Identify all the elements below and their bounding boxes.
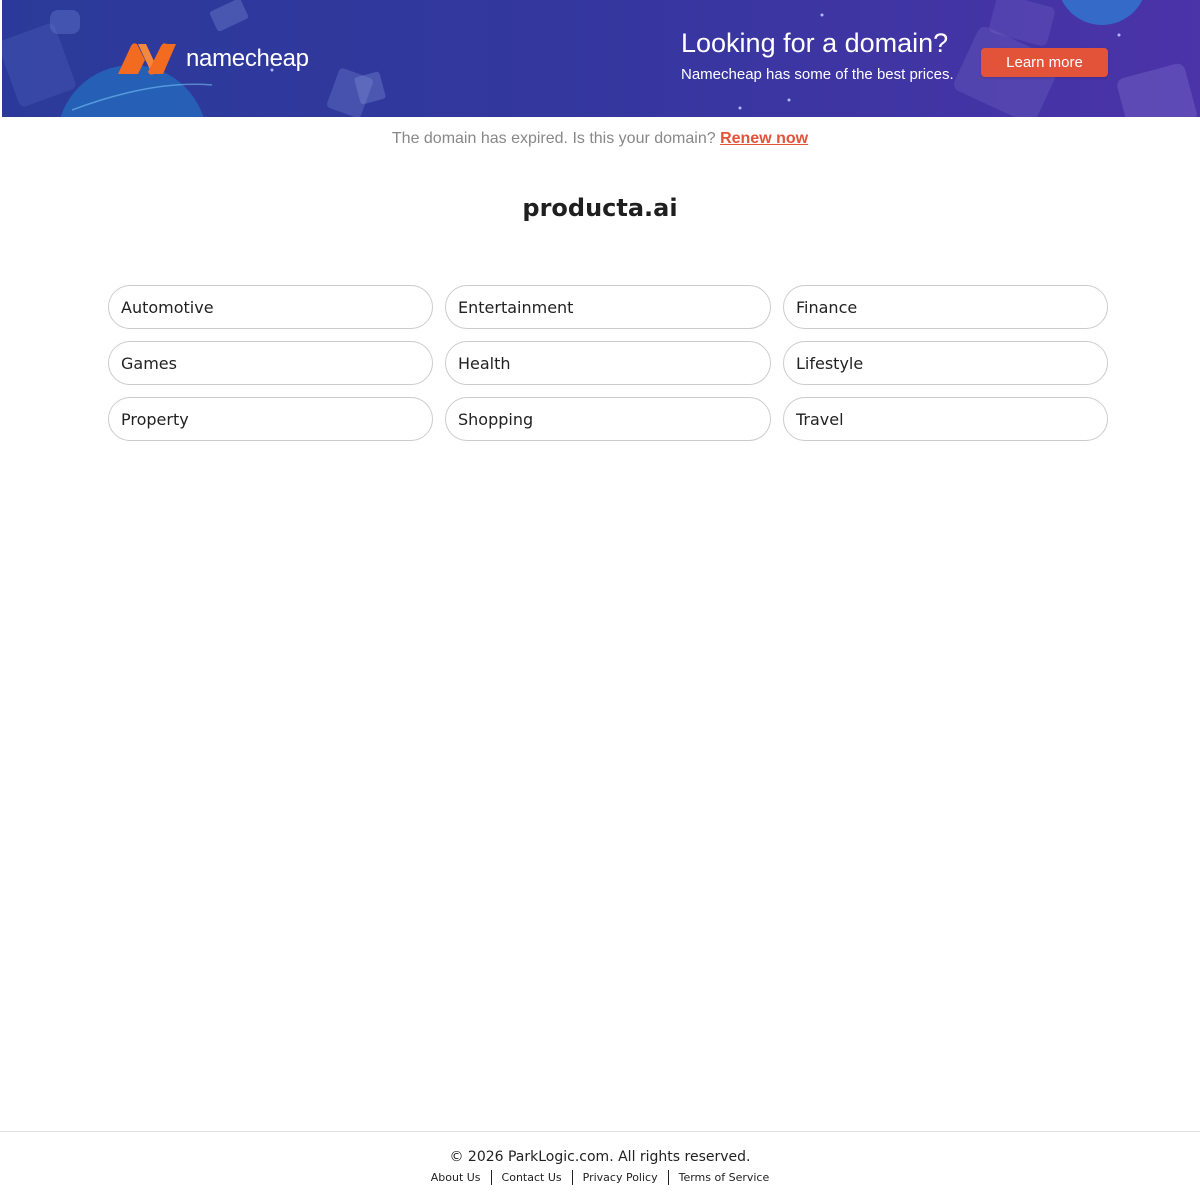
category-link-automotive[interactable]: Automotive: [108, 285, 433, 329]
footer-links: About Us Contact Us Privacy Policy Terms…: [0, 1170, 1200, 1185]
category-link-shopping[interactable]: Shopping: [445, 397, 771, 441]
namecheap-logo[interactable]: namecheap: [116, 40, 309, 78]
parked-domain-page: namecheap Looking for a domain? Namechea…: [0, 0, 1200, 1200]
domain-expired-notice: The domain has expired. Is this your dom…: [0, 130, 1200, 148]
footer-link-divider: [571, 1170, 573, 1185]
category-link-games[interactable]: Games: [108, 341, 433, 385]
promo-title: Looking for a domain?: [681, 28, 949, 58]
category-link-lifestyle[interactable]: Lifestyle: [783, 341, 1108, 385]
footer-link-divider: [490, 1170, 492, 1185]
learn-more-button[interactable]: Learn more: [981, 48, 1108, 77]
notice-text: The domain has expired. Is this your dom…: [391, 130, 716, 147]
renew-now-link[interactable]: Renew now: [720, 130, 808, 147]
footer-link-divider: [667, 1170, 669, 1185]
page-footer: © 2026 ParkLogic.com. All rights reserve…: [0, 1131, 1200, 1200]
category-link-property[interactable]: Property: [108, 397, 433, 441]
namecheap-n-logo-icon: [118, 43, 176, 75]
footer-link-about-us[interactable]: About Us: [423, 1171, 489, 1184]
category-link-health[interactable]: Health: [445, 341, 771, 385]
namecheap-banner[interactable]: namecheap Looking for a domain? Namechea…: [2, 0, 1200, 117]
promo-subtitle: Namecheap has some of the best prices.: [681, 66, 954, 83]
footer-link-privacy-policy[interactable]: Privacy Policy: [575, 1171, 666, 1184]
category-link-finance[interactable]: Finance: [783, 285, 1108, 329]
category-grid: Automotive Entertainment Finance Games H…: [108, 285, 1108, 441]
copyright-text: © 2026 ParkLogic.com. All rights reserve…: [449, 1149, 751, 1165]
category-link-entertainment[interactable]: Entertainment: [445, 285, 771, 329]
footer-link-contact-us[interactable]: Contact Us: [494, 1171, 570, 1184]
category-link-travel[interactable]: Travel: [783, 397, 1108, 441]
footer-link-terms-of-service[interactable]: Terms of Service: [671, 1171, 778, 1184]
logo-text: namecheap: [186, 45, 309, 72]
page-title: producta.ai: [522, 194, 678, 222]
